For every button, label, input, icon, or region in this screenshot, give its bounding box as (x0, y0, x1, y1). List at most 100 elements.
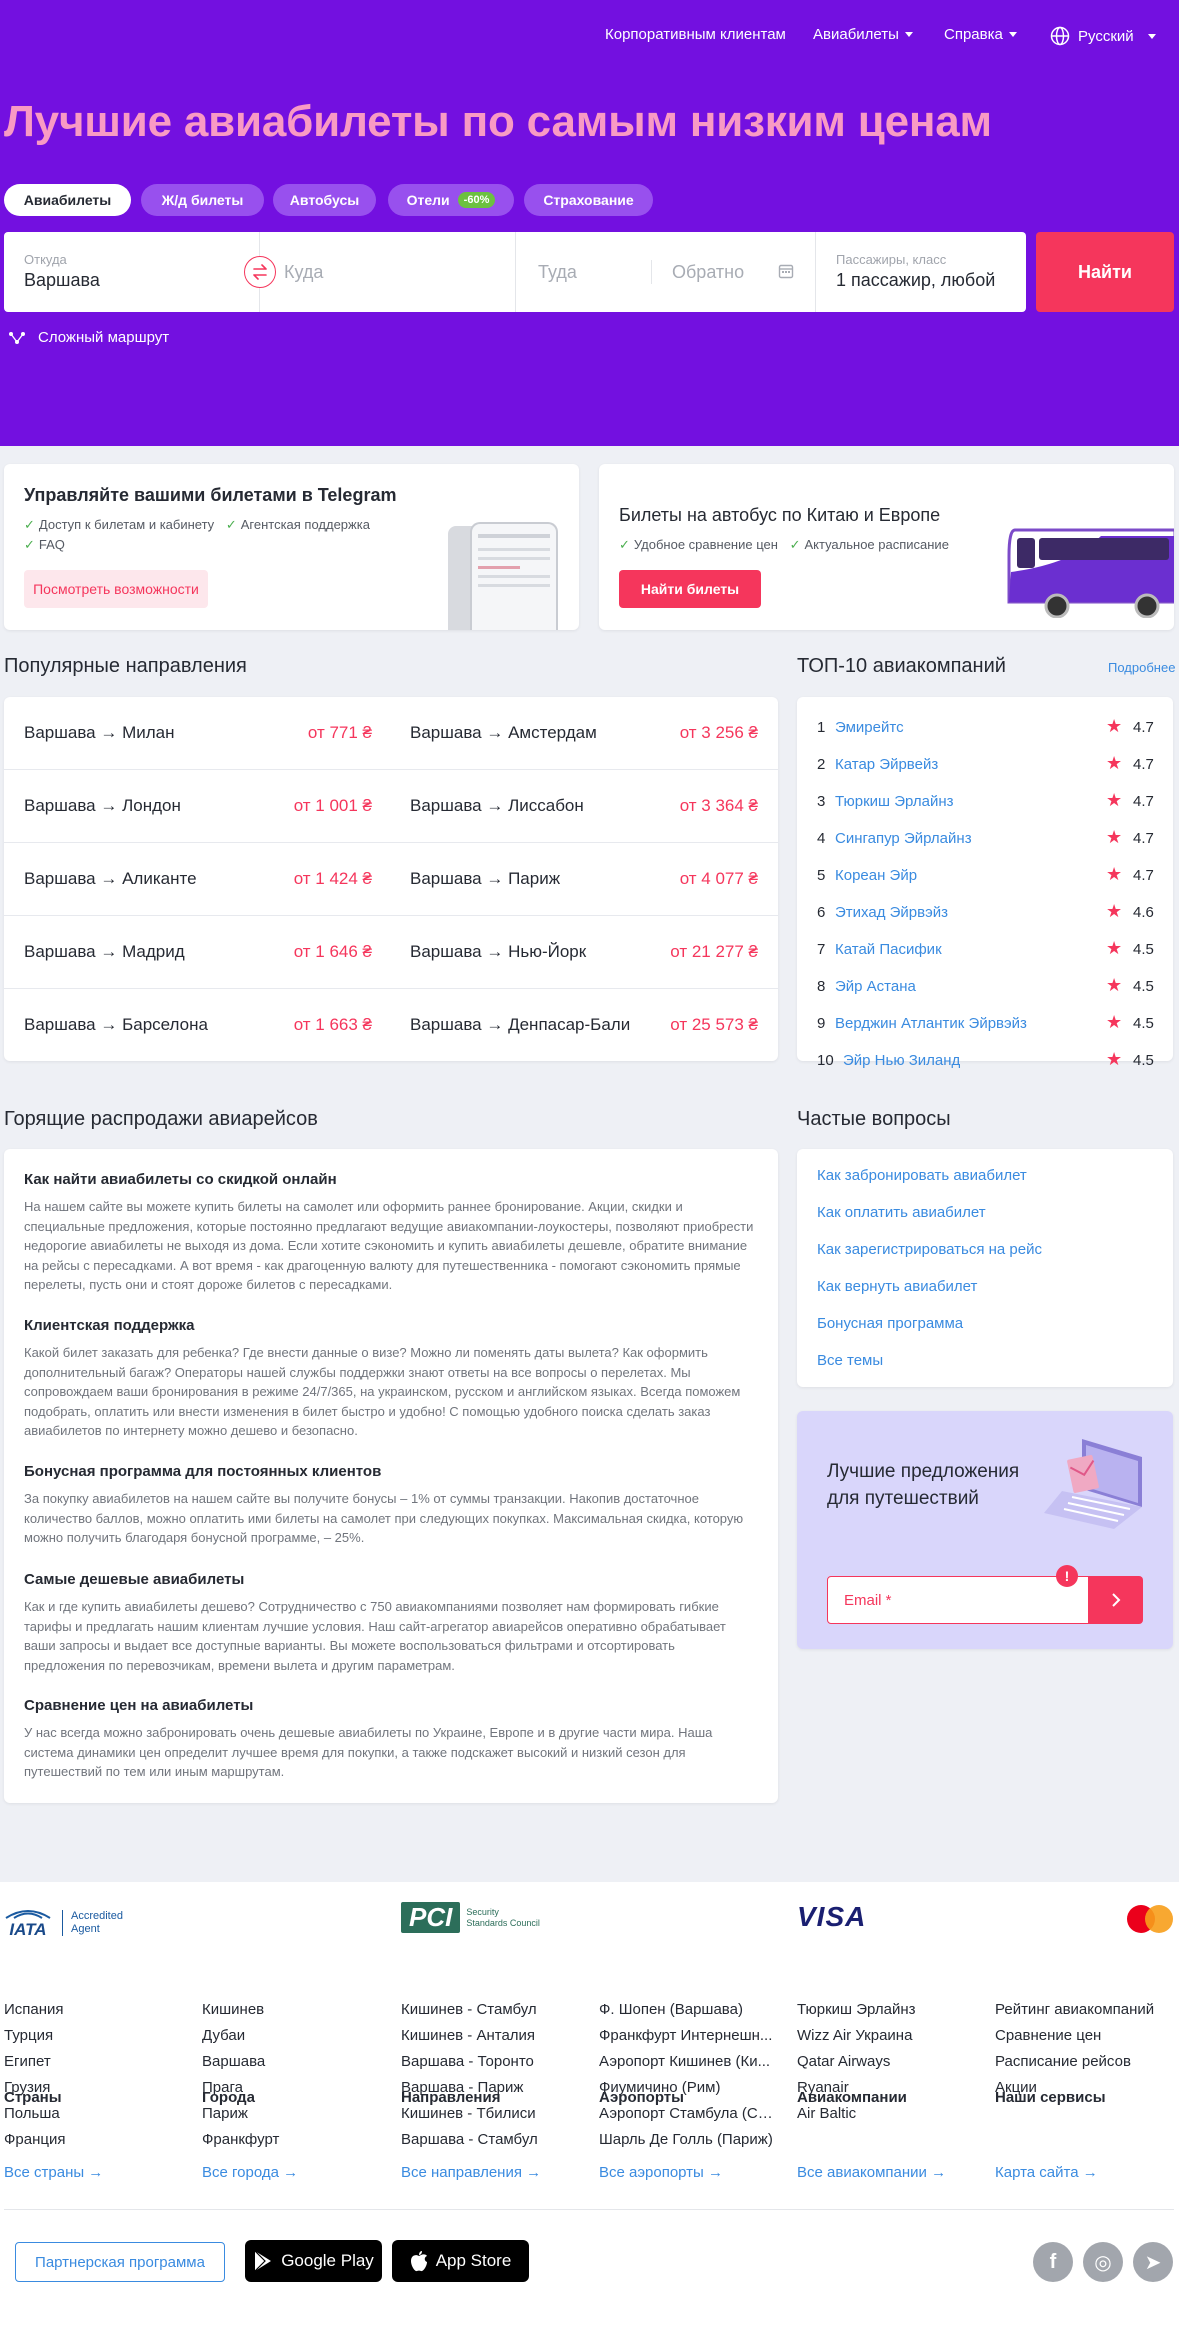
footer-link[interactable]: Кишинев - Тбилиси (401, 2105, 581, 2122)
footer-link[interactable]: Аэропорт Стамбула (Ста... (599, 2105, 779, 2122)
footer-link[interactable]: Франция (4, 2131, 184, 2148)
faq-link[interactable]: Как забронировать авиабилет (817, 1167, 1027, 1184)
faq-link[interactable]: Как оплатить авиабилет (817, 1204, 986, 1221)
language-menu[interactable]: Русский (1050, 26, 1156, 46)
footer-link[interactable]: Франкфурт Интернешн... (599, 2027, 779, 2044)
partner-program-button[interactable]: Партнерская программа (15, 2242, 225, 2282)
list-item[interactable]: 1 Эмирейтс ★ 4.7 (797, 708, 1173, 745)
footer-link[interactable]: Грузия (4, 2079, 184, 2096)
telegram-icon[interactable]: ➤ (1133, 2242, 1173, 2282)
footer-link[interactable]: Тюркиш Эрлайнз (797, 2001, 977, 2018)
list-item[interactable]: 7 Катай Пасифик ★ 4.5 (797, 930, 1173, 967)
all-cities-link[interactable]: Все города → (202, 2164, 298, 2181)
route-link[interactable]: Варшава → Денпасар-Бали (410, 1015, 630, 1035)
footer-link[interactable]: Qatar Airways (797, 2053, 977, 2070)
email-input[interactable]: Email * (827, 1576, 1089, 1624)
google-play-button[interactable]: Google Play (245, 2240, 382, 2282)
faq-link[interactable]: Все темы (817, 1352, 883, 1369)
airline-name[interactable]: Тюркиш Эрлайнз (835, 793, 953, 810)
from-field[interactable]: Откуда Варшава (4, 232, 259, 312)
list-item[interactable]: 6 Этихад Эйрвэйз ★ 4.6 (797, 893, 1173, 930)
footer-link[interactable]: Фиумичино (Рим) (599, 2079, 779, 2096)
footer-link[interactable]: Шарль Де Голль (Париж) (599, 2131, 779, 2148)
faq-link[interactable]: Бонусная программа (817, 1315, 963, 1332)
airline-name[interactable]: Кореан Эйр (835, 867, 917, 884)
route-price[interactable]: от 1 424 ₴ (294, 869, 372, 889)
all-routes-link[interactable]: Все направления → (401, 2164, 541, 2181)
route-link[interactable]: Варшава → Лондон (24, 796, 181, 816)
footer-link[interactable]: Ф. Шопен (Варшава) (599, 2001, 779, 2018)
airline-name[interactable]: Сингапур Эйрлайнз (835, 830, 972, 847)
search-button[interactable]: Найти (1036, 232, 1174, 312)
route-link[interactable]: Варшава → Милан (24, 723, 175, 743)
airline-name[interactable]: Этихад Эйрвэйз (835, 904, 948, 921)
faq-link[interactable]: Как зарегистрироваться на рейс (817, 1241, 1042, 1258)
footer-link[interactable]: Аэропорт Кишинев (Ки... (599, 2053, 779, 2070)
footer-link[interactable]: Варшава - Торонто (401, 2053, 581, 2070)
footer-link[interactable]: Испания (4, 2001, 184, 2018)
list-item[interactable]: 8 Эйр Астана ★ 4.5 (797, 967, 1173, 1004)
route-price[interactable]: от 4 077 ₴ (680, 869, 758, 889)
footer-link[interactable]: Кишинев (202, 2001, 382, 2018)
route-link[interactable]: Варшава → Мадрид (24, 942, 185, 962)
airline-name[interactable]: Эйр Астана (835, 978, 916, 995)
footer-link[interactable]: Кишинев - Анталия (401, 2027, 581, 2044)
footer-link[interactable]: Египет (4, 2053, 184, 2070)
find-bus-tickets-button[interactable]: Найти билеты (619, 570, 761, 608)
route-price[interactable]: от 1 001 ₴ (294, 796, 372, 816)
list-item[interactable]: 3 Тюркиш Эрлайнз ★ 4.7 (797, 782, 1173, 819)
footer-link[interactable]: Варшава (202, 2053, 382, 2070)
all-countries-link[interactable]: Все страны → (4, 2164, 103, 2181)
route-link[interactable]: Варшава → Барселона (24, 1015, 208, 1035)
tab-trains[interactable]: Ж/д билеты (141, 184, 264, 216)
route-price[interactable]: от 21 277 ₴ (670, 942, 758, 962)
facebook-icon[interactable]: f (1033, 2242, 1073, 2282)
route-price[interactable]: от 1 663 ₴ (294, 1015, 372, 1035)
route-price[interactable]: от 3 256 ₴ (680, 723, 758, 743)
depart-date-field[interactable]: Туда (516, 232, 656, 312)
instagram-icon[interactable]: ◎ (1083, 2242, 1123, 2282)
list-item[interactable]: 9 Верджин Атлантик Эйрвэйз ★ 4.5 (797, 1004, 1173, 1041)
list-item[interactable]: 4 Сингапур Эйрлайнз ★ 4.7 (797, 819, 1173, 856)
airline-name[interactable]: Эйр Нью Зиланд (843, 1052, 960, 1069)
tab-hotels[interactable]: Отели -60% (388, 184, 514, 216)
sitemap-link[interactable]: Карта сайта → (995, 2164, 1098, 2181)
list-item[interactable]: 2 Катар Эйрвейз ★ 4.7 (797, 745, 1173, 782)
list-item[interactable]: 5 Кореан Эйр ★ 4.7 (797, 856, 1173, 893)
return-date-field[interactable]: Обратно (652, 232, 815, 312)
view-features-button[interactable]: Посмотреть возможности (24, 570, 208, 608)
complex-route-link[interactable]: Сложный маршрут (8, 329, 169, 346)
footer-link[interactable]: Турция (4, 2027, 184, 2044)
route-price[interactable]: от 3 364 ₴ (680, 796, 758, 816)
passengers-field[interactable]: Пассажиры, класс 1 пассажир, любой (816, 232, 1026, 312)
airline-name[interactable]: Катар Эйрвейз (835, 756, 938, 773)
help-menu[interactable]: Справка (944, 26, 1017, 43)
route-link[interactable]: Варшава → Амстердам (410, 723, 597, 743)
list-item[interactable]: 10 Эйр Нью Зиланд ★ 4.5 (797, 1041, 1173, 1078)
top-airlines-more-link[interactable]: Подробнее (1108, 660, 1175, 675)
footer-link[interactable]: Варшава - Стамбул (401, 2131, 581, 2148)
tab-flights[interactable]: Авиабилеты (4, 184, 131, 216)
route-price[interactable]: от 1 646 ₴ (294, 942, 372, 962)
route-link[interactable]: Варшава → Нью-Йорк (410, 942, 586, 962)
airline-name[interactable]: Верджин Атлантик Эйрвэйз (835, 1015, 1027, 1032)
route-link[interactable]: Варшава → Аликанте (24, 869, 197, 889)
airline-name[interactable]: Эмирейтс (835, 719, 904, 736)
footer-link[interactable]: Ryanair (797, 2079, 977, 2096)
tab-buses[interactable]: Автобусы (273, 184, 376, 216)
corporate-link[interactable]: Корпоративным клиентам (605, 26, 786, 43)
footer-link[interactable]: Wizz Air Украина (797, 2027, 977, 2044)
to-field[interactable]: Куда (260, 232, 515, 312)
footer-link[interactable]: Акции (995, 2079, 1175, 2096)
footer-link[interactable]: Сравнение цен (995, 2027, 1175, 2044)
footer-link[interactable]: Кишинев - Стамбул (401, 2001, 581, 2018)
route-link[interactable]: Варшава → Париж (410, 869, 560, 889)
route-link[interactable]: Варшава → Лиссабон (410, 796, 584, 816)
footer-link[interactable]: Air Baltic (797, 2105, 977, 2122)
footer-link[interactable]: Варшава - Париж (401, 2079, 581, 2096)
footer-link[interactable]: Расписание рейсов (995, 2053, 1175, 2070)
tab-insurance[interactable]: Страхование (524, 184, 653, 216)
footer-link[interactable]: Франкфурт (202, 2131, 382, 2148)
tickets-menu[interactable]: Авиабилеты (813, 26, 913, 43)
subscribe-button[interactable] (1089, 1576, 1143, 1624)
